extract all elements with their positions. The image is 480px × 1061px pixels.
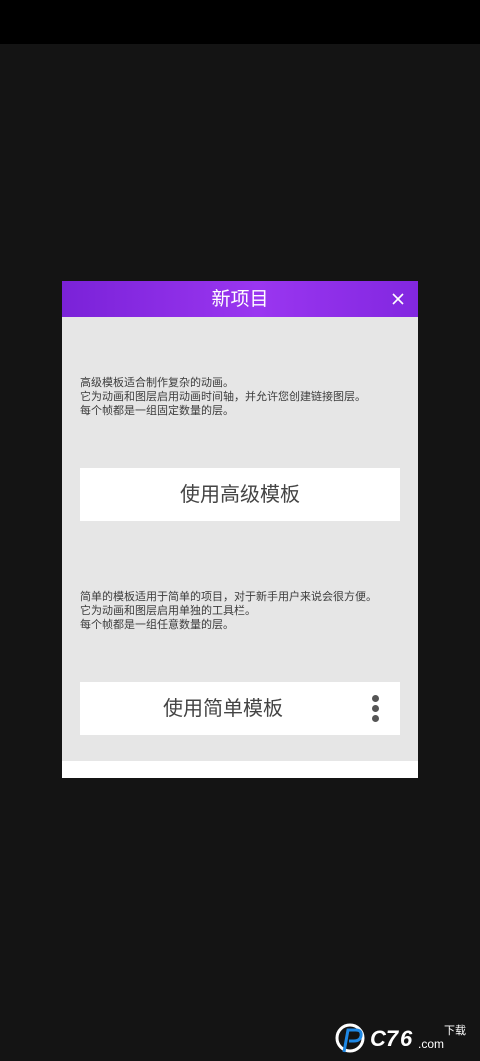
- dialog-title: 新项目: [211, 288, 269, 310]
- description-line: 简单的模板适用于简单的项目，对于新手用户来说会很方便。: [80, 590, 377, 603]
- dialog-bottom-strip: [62, 761, 418, 778]
- use-advanced-template-label: 使用高级模板: [180, 482, 300, 506]
- description-line: 高级模板适合制作复杂的动画。: [80, 376, 234, 389]
- description-line: 每个帧都是一组固定数量的层。: [80, 404, 234, 417]
- status-bar: [0, 0, 480, 44]
- use-simple-template-button[interactable]: 使用简单模板: [80, 682, 400, 735]
- new-project-dialog: 新项目 高级模板适合制作复杂的动画。 它为动画和图层启用动画时间轴，并允许您创建…: [62, 281, 418, 778]
- more-vertical-icon-dot: [372, 705, 379, 712]
- svg-text:.com: .com: [418, 1037, 444, 1051]
- description-line: 它为动画和图层启用动画时间轴，并允许您创建链接图层。: [80, 390, 366, 403]
- use-simple-template-label: 使用简单模板: [163, 696, 283, 720]
- dialog-header: 新项目: [62, 281, 418, 317]
- more-options-button[interactable]: [368, 695, 384, 723]
- advanced-template-description: 高级模板适合制作复杂的动画。 它为动画和图层启用动画时间轴，并允许您创建链接图层…: [80, 376, 410, 418]
- close-icon: [392, 293, 404, 305]
- pc-site-logo: C7 6 .com 下载: [335, 1023, 466, 1053]
- description-line: 它为动画和图层启用单独的工具栏。: [80, 604, 256, 617]
- svg-text:6: 6: [400, 1026, 413, 1051]
- svg-text:C7: C7: [370, 1026, 400, 1051]
- site-watermark-logo: C7 6 .com 下载: [334, 1016, 474, 1056]
- use-advanced-template-button[interactable]: 使用高级模板: [80, 468, 400, 521]
- description-line: 每个帧都是一组任意数量的层。: [80, 618, 234, 631]
- more-vertical-icon: [372, 695, 379, 702]
- simple-template-description: 简单的模板适用于简单的项目，对于新手用户来说会很方便。 它为动画和图层启用单独的…: [80, 590, 410, 632]
- more-vertical-icon-dot: [372, 715, 379, 722]
- svg-text:下载: 下载: [444, 1024, 466, 1037]
- close-button[interactable]: [386, 287, 410, 311]
